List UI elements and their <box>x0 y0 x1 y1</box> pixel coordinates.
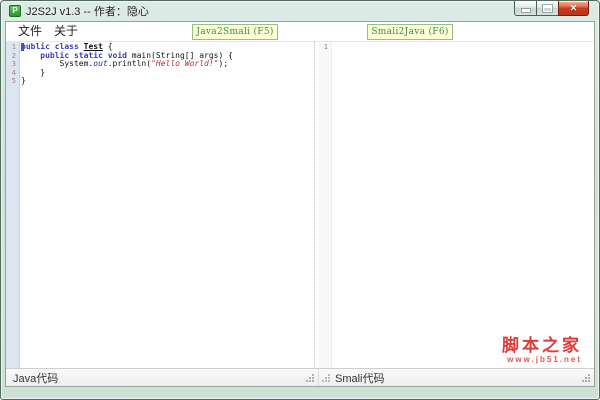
java-status-label: Java代码 <box>13 372 59 385</box>
smali-editor-panel[interactable]: 1 脚本之家 www.jb51.net <box>319 42 594 368</box>
watermark-brand: 脚本之家 <box>502 336 582 356</box>
smali-statusbar: Smali代码 <box>319 368 594 386</box>
watermark-url: www.jb51.net <box>507 355 582 364</box>
minimize-button[interactable] <box>514 1 537 16</box>
minimize-icon <box>521 9 530 12</box>
java-editor-panel[interactable]: 12345 public class Test { public static … <box>6 42 314 368</box>
caption-buttons: ✕ <box>514 1 589 16</box>
maximize-button[interactable] <box>536 1 559 16</box>
window-title: J2S2J v1.3 -- 作者：隐心 <box>26 6 149 18</box>
resize-grip[interactable] <box>322 374 331 383</box>
app-icon-letter: P <box>12 6 18 15</box>
resize-grip[interactable] <box>306 374 315 383</box>
menu-file[interactable]: 文件 <box>18 22 42 41</box>
menu-about[interactable]: 关于 <box>54 22 78 41</box>
resize-grip[interactable] <box>582 374 591 383</box>
editor-split: 12345 public class Test { public static … <box>6 41 594 368</box>
maximize-icon <box>543 4 552 12</box>
client-area: 文件 关于 Java2Smali (F5) Smali2Java (F6) 12… <box>5 21 595 387</box>
close-icon: ✕ <box>569 2 578 13</box>
app-window: P J2S2J v1.3 -- 作者：隐心 ✕ 文件 关于 Java2Smali… <box>0 0 600 400</box>
close-button[interactable]: ✕ <box>558 1 589 16</box>
text-caret <box>21 43 24 51</box>
app-icon[interactable]: P <box>9 5 21 17</box>
java-code-area[interactable]: public class Test { public static void m… <box>21 42 314 368</box>
smali-status-label: Smali代码 <box>335 372 385 385</box>
watermark: 脚本之家 www.jb51.net <box>502 337 582 364</box>
java2smali-button[interactable]: Java2Smali (F5) <box>192 24 278 40</box>
smali-line-number-gutter: 1 <box>319 42 332 368</box>
menubar: 文件 关于 Java2Smali (F5) Smali2Java (F6) <box>6 22 594 41</box>
titlebar[interactable]: P J2S2J v1.3 -- 作者：隐心 <box>1 1 599 21</box>
statusbars: Java代码 Smali代码 <box>6 368 594 386</box>
java-line-number-gutter: 12345 <box>6 42 20 368</box>
smali2java-button[interactable]: Smali2Java (F6) <box>367 24 453 40</box>
java-statusbar: Java代码 <box>6 368 319 386</box>
